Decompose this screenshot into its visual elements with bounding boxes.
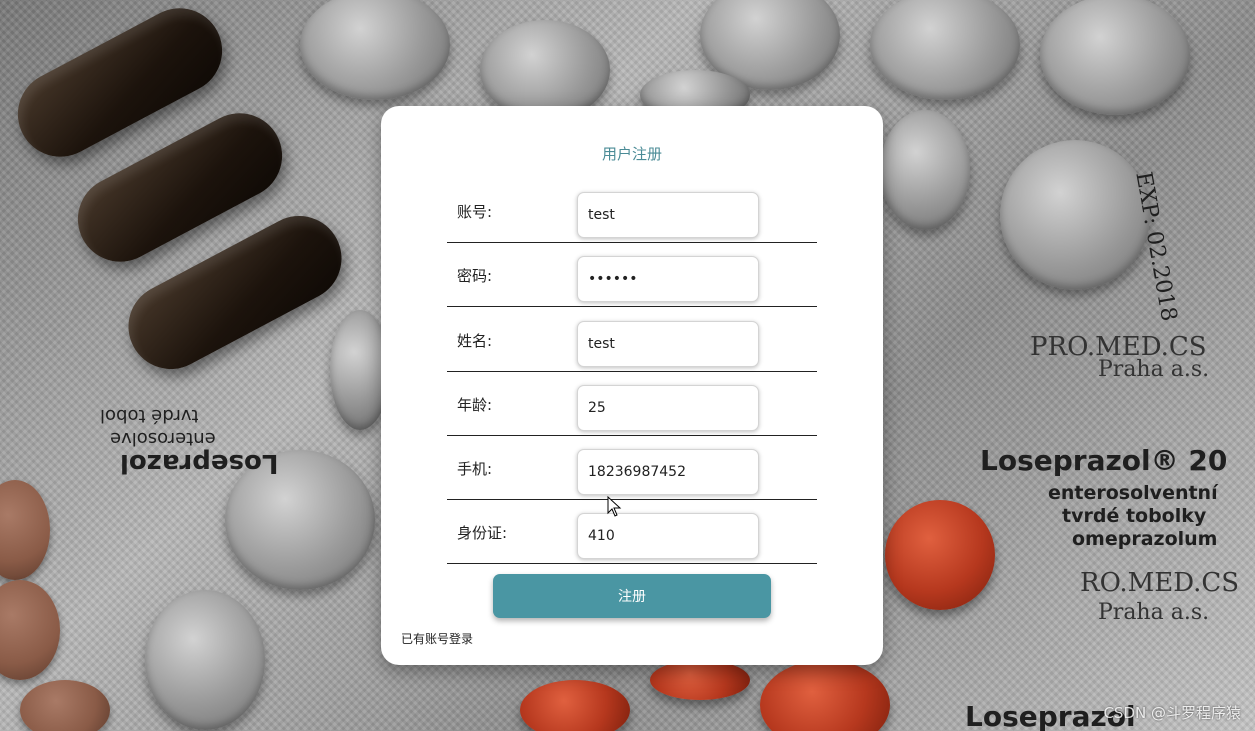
foil-text: RO.MED.CS: [1080, 568, 1240, 598]
foil-text: enterosolventní: [1048, 482, 1218, 504]
login-link[interactable]: 已有账号登录: [401, 630, 473, 647]
age-label: 年龄:: [457, 396, 493, 414]
foil-text: Praha a.s.: [1098, 600, 1210, 625]
register-card: 用户注册 账号: 密码: 姓名: 年龄: 手机: 身份证: 注册 已有账号登录: [381, 106, 883, 665]
password-label: 密码:: [457, 267, 493, 285]
foil-text: Loseprazol® 20: [980, 444, 1228, 477]
foil-text: omeprazolum: [1072, 528, 1218, 550]
form-row-account: 账号:: [447, 178, 817, 243]
pill-shape: [880, 110, 970, 230]
pill-shape: [1040, 0, 1190, 115]
mouse-cursor-icon: [607, 495, 622, 517]
foil-text: Loseprazol: [120, 448, 279, 478]
red-pill-shape: [650, 660, 750, 700]
pill-shape: [300, 0, 450, 100]
id-card-input[interactable]: [577, 513, 759, 559]
brown-pill-shape: [20, 680, 110, 731]
age-input[interactable]: [577, 385, 759, 431]
register-button[interactable]: 注册: [493, 574, 771, 618]
foil-text: tvrdé tobolky: [1062, 505, 1207, 527]
pill-shape: [145, 590, 265, 730]
red-pill-shape: [760, 660, 890, 731]
name-label: 姓名:: [457, 332, 493, 350]
phone-input[interactable]: [577, 449, 759, 495]
form-title: 用户注册: [601, 145, 662, 163]
pill-shape: [480, 20, 610, 120]
foil-text: enterosolve: [110, 428, 216, 449]
password-input[interactable]: [577, 256, 759, 302]
pill-shape: [870, 0, 1020, 100]
form-row-id-card: 身份证:: [447, 499, 817, 564]
red-pill-shape: [885, 500, 995, 610]
pill-shape: [1000, 140, 1150, 290]
brown-pill-shape: [0, 480, 50, 580]
watermark: CSDN @斗罗程序猿: [1103, 704, 1241, 722]
account-label: 账号:: [457, 203, 493, 221]
form-row-password: 密码:: [447, 242, 817, 307]
foil-text: tvrdé tobol: [100, 405, 199, 426]
name-input[interactable]: [577, 321, 759, 367]
foil-text: Praha a.s.: [1098, 357, 1210, 382]
form-row-age: 年龄:: [447, 371, 817, 436]
phone-label: 手机:: [457, 460, 493, 478]
id-card-label: 身份证:: [457, 524, 508, 542]
brown-pill-shape: [0, 580, 60, 680]
account-input[interactable]: [577, 192, 759, 238]
form-row-name: 姓名:: [447, 307, 817, 372]
red-pill-shape: [520, 680, 630, 731]
form-row-phone: 手机:: [447, 435, 817, 500]
